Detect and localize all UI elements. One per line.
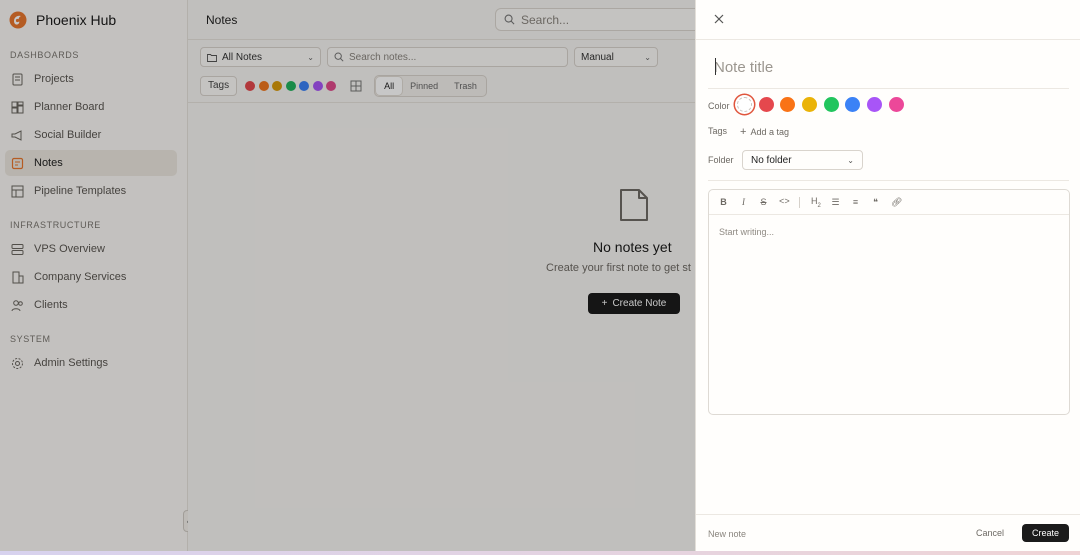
divider	[696, 514, 1080, 515]
color-swatch-none[interactable]	[737, 97, 752, 112]
close-icon[interactable]	[713, 13, 725, 25]
divider	[696, 39, 1080, 40]
numbered-list-icon[interactable]: ≡	[851, 197, 860, 207]
add-tag-button[interactable]: + Add a tag	[740, 126, 789, 138]
note-status: New note	[708, 529, 747, 539]
new-note-drawer: Color Tags + Add a tag Folder No folder …	[695, 0, 1080, 551]
color-swatch[interactable]	[888, 97, 904, 112]
cancel-button[interactable]: Cancel	[976, 528, 1004, 538]
italic-icon[interactable]: I	[739, 197, 748, 207]
color-picker	[737, 97, 904, 112]
add-tag-label: Add a tag	[750, 127, 789, 137]
divider	[708, 88, 1069, 89]
color-swatch[interactable]	[845, 97, 861, 112]
note-editor: B I S <> H2 ☰ ≡ ❝ 🔗︎ Start writing...	[708, 189, 1070, 415]
create-button[interactable]: Create	[1022, 524, 1069, 542]
text-caret	[715, 58, 716, 75]
plus-icon: +	[740, 126, 747, 138]
heading-icon[interactable]: H2	[811, 196, 821, 209]
code-icon[interactable]: <>	[779, 197, 790, 207]
tags-label: Tags	[708, 126, 728, 136]
note-title-input[interactable]	[714, 56, 1064, 78]
chevron-down-icon: ⌄	[847, 155, 854, 165]
color-label: Color	[708, 101, 730, 111]
editor-content[interactable]: Start writing...	[709, 215, 1069, 249]
folder-select-value: No folder	[751, 154, 792, 166]
color-swatch[interactable]	[823, 97, 839, 112]
bold-icon[interactable]: B	[719, 197, 728, 207]
bullet-list-icon[interactable]: ☰	[831, 197, 840, 208]
color-swatch[interactable]	[758, 97, 774, 112]
strikethrough-icon[interactable]: S	[759, 197, 768, 207]
folder-select[interactable]: No folder ⌄	[742, 150, 863, 170]
link-icon[interactable]: 🔗︎	[891, 197, 902, 208]
folder-label: Folder	[708, 155, 734, 165]
color-swatch[interactable]	[780, 97, 796, 112]
quote-icon[interactable]: ❝	[871, 197, 880, 208]
modal-backdrop[interactable]	[0, 0, 695, 551]
editor-toolbar: B I S <> H2 ☰ ≡ ❝ 🔗︎	[709, 190, 1069, 215]
divider	[708, 180, 1069, 181]
color-swatch[interactable]	[867, 97, 883, 112]
toolbar-separator	[799, 196, 800, 208]
window-bottom-edge	[0, 551, 1080, 555]
color-swatch[interactable]	[802, 97, 818, 112]
